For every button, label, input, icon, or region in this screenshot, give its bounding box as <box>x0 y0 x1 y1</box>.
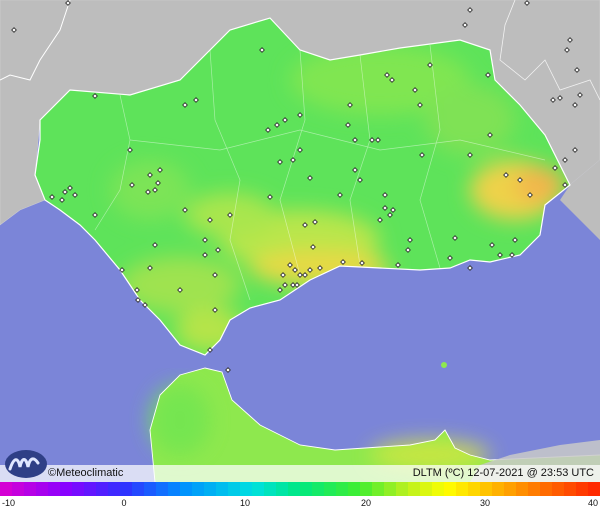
scale-cell <box>312 482 325 496</box>
scale-cell <box>384 482 397 496</box>
scale-cell <box>396 482 409 496</box>
scale-cell <box>120 482 133 496</box>
scale-cell <box>240 482 253 496</box>
scale-cell <box>324 482 337 496</box>
tick-label: 0 <box>121 498 127 508</box>
tick-label: 30 <box>479 498 491 508</box>
scale-cell <box>552 482 565 496</box>
scale-cell <box>516 482 529 496</box>
scale-cell <box>96 482 109 496</box>
map-canvas <box>0 0 600 482</box>
scale-cell <box>528 482 541 496</box>
scale-cell <box>48 482 61 496</box>
meteoclimatic-wave-logo-icon <box>5 450 47 478</box>
scale-cell <box>168 482 181 496</box>
product-variable: DLTM (ºC) <box>412 467 465 479</box>
tick-label: 40 <box>587 498 598 508</box>
scale-cell <box>432 482 445 496</box>
scale-cell <box>576 482 589 496</box>
product-datetime: 12-07-2021 @ 23:53 UTC <box>467 467 594 479</box>
scale-cell <box>108 482 121 496</box>
scale-cell <box>192 482 205 496</box>
scale-cell <box>12 482 25 496</box>
brand-label[interactable]: ©Meteoclimatic <box>48 467 123 479</box>
scale-cell <box>36 482 49 496</box>
scale-cell <box>468 482 481 496</box>
scale-cell <box>228 482 241 496</box>
scale-cell <box>588 482 600 496</box>
scale-cell <box>156 482 169 496</box>
scale-cell <box>216 482 229 496</box>
scale-cell <box>348 482 361 496</box>
scale-cell <box>300 482 313 496</box>
scale-cell <box>204 482 217 496</box>
scale-cell <box>420 482 433 496</box>
scale-cell <box>360 482 373 496</box>
scale-cell <box>408 482 421 496</box>
scale-cell <box>372 482 385 496</box>
scale-cell <box>0 482 13 496</box>
tick-label: -10 <box>2 498 16 508</box>
scale-cell <box>132 482 145 496</box>
scale-cell <box>540 482 553 496</box>
alboran-island <box>441 362 447 368</box>
scale-tick-labels: -10 0 10 20 30 40 <box>0 498 600 514</box>
scale-cell <box>276 482 289 496</box>
scale-cell <box>492 482 505 496</box>
scale-cell <box>72 482 85 496</box>
scale-cell <box>480 482 493 496</box>
scale-cell <box>252 482 265 496</box>
tick-label: 10 <box>239 498 251 508</box>
temperature-color-scale <box>0 482 600 496</box>
scale-cell <box>288 482 301 496</box>
scale-cell <box>444 482 457 496</box>
scale-cell <box>60 482 73 496</box>
scale-cell <box>564 482 577 496</box>
scale-cell <box>180 482 193 496</box>
tick-label: 20 <box>360 498 372 508</box>
scale-cell <box>264 482 277 496</box>
scale-cell <box>456 482 469 496</box>
product-label: DLTM (ºC) 12-07-2021 @ 23:53 UTC <box>413 467 594 479</box>
scale-cell <box>336 482 349 496</box>
scale-cell <box>24 482 37 496</box>
scale-cell <box>504 482 517 496</box>
scale-cell <box>84 482 97 496</box>
scale-cell <box>144 482 157 496</box>
temperature-map <box>0 0 600 482</box>
